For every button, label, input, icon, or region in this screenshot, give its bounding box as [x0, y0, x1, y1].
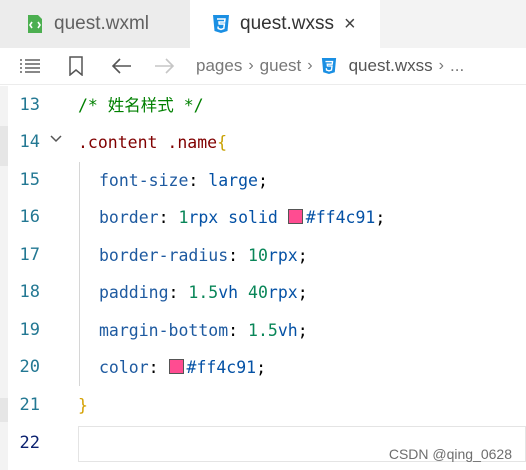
css-file-icon [319, 54, 339, 78]
code-line[interactable]: 20 color: #ff4c91; [0, 349, 526, 386]
css-unit: vh [277, 321, 298, 340]
css-number: 1 [178, 208, 189, 227]
code-text: font-size: large; [99, 171, 268, 190]
code-text: border-radius: 10rpx; [99, 246, 308, 265]
line-number: 22 [19, 433, 40, 453]
code-line[interactable]: 19 margin-bottom: 1.5vh; [0, 312, 526, 349]
line-number: 17 [19, 245, 40, 265]
breadcrumb-quest-wxss[interactable]: quest.wxss [349, 56, 433, 76]
tab-bar: quest.wxml quest.wxss × [0, 0, 526, 48]
line-number: 20 [19, 357, 40, 377]
css-selector: .content .name [78, 133, 218, 152]
line-number: 16 [19, 207, 40, 227]
chevron-right-icon: › [307, 57, 313, 74]
tab-label: quest.wxss [240, 13, 334, 34]
css-keyword: solid [228, 208, 278, 227]
code-line[interactable]: 16 border: 1rpx solid #ff4c91; [0, 199, 526, 236]
tab-quest-wxml[interactable]: quest.wxml [0, 0, 191, 48]
watermark: CSDN @qing_0628 [388, 446, 512, 462]
code-text: border: 1rpx solid #ff4c91; [99, 208, 386, 227]
css-unit: rpx [188, 208, 219, 227]
css-number: 1.5 [188, 283, 219, 302]
css-color-value: #ff4c91 [305, 208, 376, 227]
forward-arrow-icon[interactable] [152, 54, 176, 78]
css-property: font-size [99, 171, 189, 190]
css-number: 40 [248, 283, 268, 302]
line-number: 19 [19, 320, 40, 340]
line-number: 14 [19, 132, 40, 152]
breadcrumb-more[interactable]: ... [450, 56, 464, 76]
code-text: .content .name{ [78, 124, 227, 161]
css-color-value: #ff4c91 [186, 358, 257, 377]
code-line[interactable]: 17 border-radius: 10rpx; [0, 237, 526, 274]
breadcrumb-guest[interactable]: guest [260, 56, 302, 76]
fold-chevron-down-icon[interactable] [49, 132, 63, 146]
tab-quest-wxss[interactable]: quest.wxss × [190, 0, 380, 48]
line-number: 13 [19, 95, 40, 115]
code-line[interactable]: 18 padding: 1.5vh 40rpx; [0, 274, 526, 311]
line-number: 15 [19, 170, 40, 190]
css-property: color [99, 358, 149, 377]
code-text: padding: 1.5vh 40rpx; [99, 283, 308, 302]
code-editor[interactable]: 13 /* 姓名样式 */ 14 .content .name{ 15 font… [0, 86, 526, 470]
css-property: border [99, 208, 159, 227]
code-line[interactable]: 21 } [0, 387, 526, 424]
css-unit: rpx [267, 246, 298, 265]
back-arrow-icon[interactable] [110, 54, 134, 78]
css-unit: vh [218, 283, 239, 302]
line-number: 18 [19, 282, 40, 302]
color-swatch[interactable] [287, 209, 303, 224]
code-text: margin-bottom: 1.5vh; [99, 321, 308, 340]
code-text: color: #ff4c91; [99, 358, 267, 377]
chevron-right-icon: › [248, 57, 254, 74]
color-swatch[interactable] [168, 359, 184, 374]
code-line[interactable]: 13 /* 姓名样式 */ [0, 87, 526, 124]
code-line[interactable]: 15 font-size: large; [0, 162, 526, 199]
chevron-right-icon: › [438, 57, 444, 74]
list-icon[interactable] [18, 54, 42, 78]
close-icon[interactable]: × [344, 14, 356, 34]
css-file-icon [210, 13, 232, 35]
close-brace: } [78, 396, 88, 415]
line-number: 21 [19, 395, 40, 415]
css-number: 10 [248, 246, 268, 265]
css-property: margin-bottom [99, 321, 229, 340]
bookmark-icon[interactable] [64, 54, 88, 78]
css-unit: rpx [267, 283, 298, 302]
code-comment: /* 姓名样式 */ [78, 96, 204, 115]
tab-label: quest.wxml [54, 13, 150, 34]
css-property: border-radius [99, 246, 229, 265]
code-line[interactable]: 14 .content .name{ [0, 124, 526, 161]
css-number: 1.5 [248, 321, 278, 340]
breadcrumb-pages[interactable]: pages [196, 56, 242, 76]
breadcrumb-toolbar: pages › guest › quest.wxss › ... [0, 48, 526, 85]
wxml-file-icon [24, 13, 46, 35]
css-property: padding [99, 283, 169, 302]
open-brace: { [217, 133, 228, 152]
css-value: large [208, 171, 258, 190]
